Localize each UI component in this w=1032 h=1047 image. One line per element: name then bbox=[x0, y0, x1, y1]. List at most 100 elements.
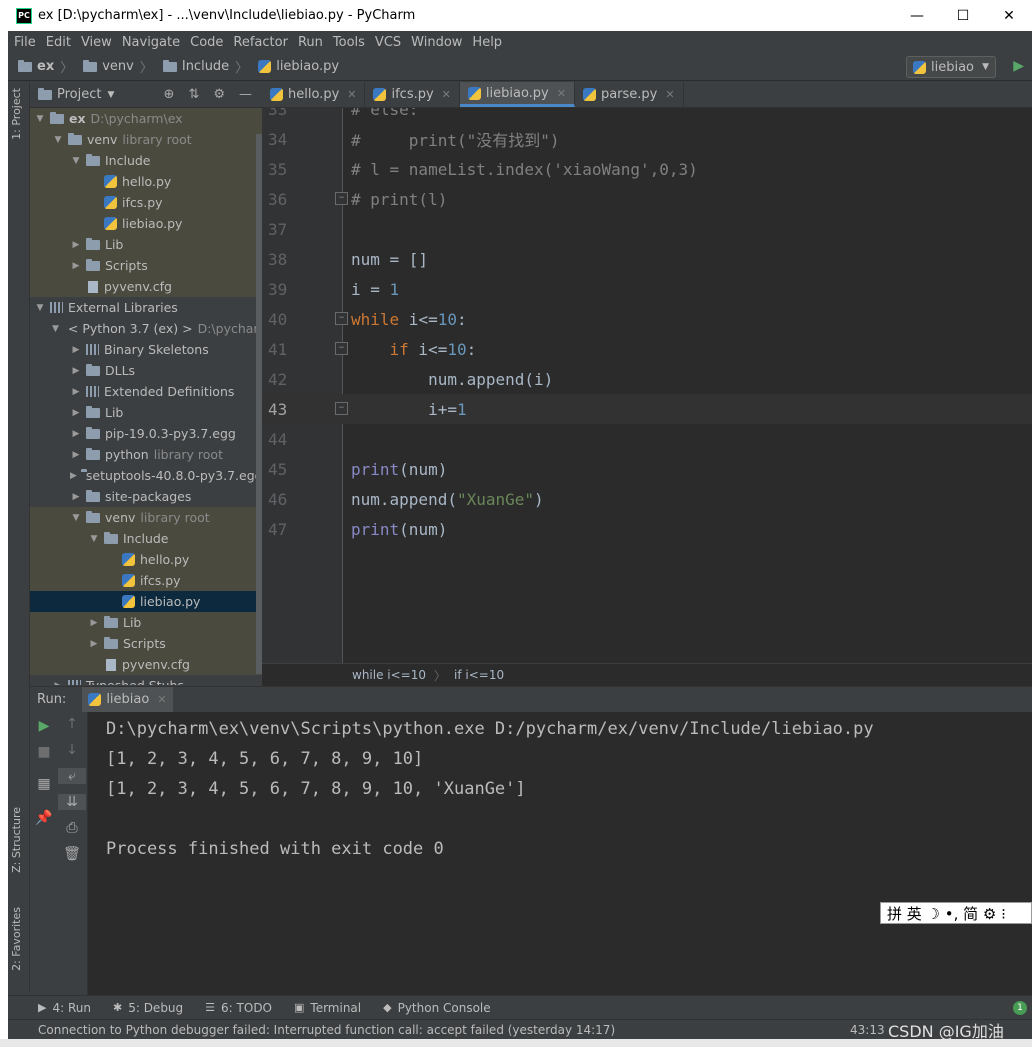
tab-favorites[interactable]: 2: Favorites bbox=[10, 907, 23, 971]
breadcrumb-item[interactable]: venv 〉 bbox=[73, 57, 153, 76]
menu-help[interactable]: Help bbox=[467, 35, 507, 50]
code-line[interactable]: 45 print(num) bbox=[262, 454, 1032, 484]
close-icon[interactable]: ✕ bbox=[442, 88, 451, 101]
print-icon[interactable]: ⎙ bbox=[58, 820, 86, 836]
code-line[interactable]: 46 num.append("XuanGe") bbox=[262, 484, 1032, 514]
tree-item[interactable]: ▶ Extended Definitions bbox=[30, 381, 262, 402]
breadcrumb-item[interactable]: Include 〉 bbox=[153, 57, 248, 76]
tree-item[interactable]: liebiao.py bbox=[30, 213, 262, 234]
chevron-right-icon[interactable]: ▶ bbox=[70, 429, 82, 439]
chevron-down-icon[interactable]: ▼ bbox=[52, 324, 59, 334]
menu-navigate[interactable]: Navigate bbox=[117, 35, 185, 50]
tree-item[interactable]: ▶ Lib bbox=[30, 234, 262, 255]
tab-ifcs[interactable]: ifcs.py ✕ bbox=[365, 82, 460, 107]
tree-item[interactable]: ▶ Binary Skeletons bbox=[30, 339, 262, 360]
tree-item[interactable]: ▼ < Python 3.7 (ex) > D:\pycharm bbox=[30, 318, 262, 339]
menu-view[interactable]: View bbox=[76, 35, 117, 50]
arrow-down-icon[interactable]: ↓ bbox=[58, 742, 86, 758]
code-line[interactable]: 39 i = 1 bbox=[262, 274, 1032, 304]
tool-todo[interactable]: ☰ 6: TODO bbox=[205, 1001, 272, 1015]
chevron-right-icon[interactable]: ▶ bbox=[70, 366, 82, 376]
code-line[interactable]: 40 − while i<=10: bbox=[262, 304, 1032, 334]
close-icon[interactable]: ✕ bbox=[157, 693, 166, 706]
tree-item[interactable]: ▼ venv library root bbox=[30, 507, 262, 528]
tab-project[interactable]: 1: Project bbox=[10, 88, 23, 140]
tree-item[interactable]: ▶ Scripts bbox=[30, 633, 262, 654]
chevron-down-icon[interactable]: ▼ bbox=[70, 156, 82, 166]
menu-run[interactable]: Run bbox=[293, 35, 328, 50]
fold-icon[interactable]: − bbox=[335, 192, 348, 205]
close-icon[interactable]: ✕ bbox=[557, 87, 566, 100]
tree-item[interactable]: pyvenv.cfg bbox=[30, 654, 262, 675]
tool-python-console[interactable]: ◆ Python Console bbox=[383, 1001, 491, 1015]
gear-icon[interactable]: ⚙ bbox=[213, 87, 225, 102]
menu-vcs[interactable]: VCS bbox=[370, 35, 406, 50]
code-editor[interactable]: 33 # else: 34 # print("没有找到") 35 # l = nameLi… bbox=[262, 108, 1032, 663]
run-button[interactable]: ▶ bbox=[1013, 58, 1024, 74]
tab-parse[interactable]: parse.py ✕ bbox=[575, 82, 684, 107]
arrow-up-icon[interactable]: ↑ bbox=[58, 716, 86, 732]
tree-item[interactable]: ▶ Lib bbox=[30, 612, 262, 633]
code-line[interactable]: 43 − i+=1 bbox=[262, 394, 1032, 424]
code-line[interactable]: 42 num.append(i) bbox=[262, 364, 1032, 394]
breadcrumb-item[interactable]: liebiao.py bbox=[248, 57, 339, 76]
hide-icon[interactable]: — bbox=[239, 87, 252, 102]
tree-item[interactable]: pyvenv.cfg bbox=[30, 276, 262, 297]
event-log-badge[interactable]: 1 bbox=[1013, 1001, 1027, 1015]
tree-item[interactable]: ▼ venv library root bbox=[30, 129, 262, 150]
chevron-down-icon[interactable]: ▼ bbox=[52, 135, 64, 145]
tree-item[interactable]: ifcs.py bbox=[30, 192, 262, 213]
trash-icon[interactable]: 🗑 bbox=[58, 846, 86, 862]
tree-item[interactable]: ▼ ex D:\pycharm\ex bbox=[30, 108, 262, 129]
fold-icon[interactable]: − bbox=[335, 312, 348, 325]
tree-item[interactable]: ▼ External Libraries bbox=[30, 297, 262, 318]
code-line[interactable]: 33 # else: bbox=[262, 108, 1032, 124]
menu-edit[interactable]: Edit bbox=[41, 35, 76, 50]
rerun-icon[interactable]: ▶ bbox=[30, 718, 58, 734]
run-configuration-select[interactable]: liebiao ▼ bbox=[906, 56, 996, 78]
tool-terminal[interactable]: ▣ Terminal bbox=[294, 1001, 361, 1015]
tree-item[interactable]: ▶ setuptools-40.8.0-py3.7.egg bbox=[30, 465, 262, 486]
close-button[interactable]: ✕ bbox=[986, 8, 1032, 24]
pin-icon[interactable]: 📌 bbox=[30, 810, 58, 826]
tab-hello[interactable]: hello.py ✕ bbox=[262, 82, 366, 107]
tool-debug[interactable]: ✱ 5: Debug bbox=[113, 1001, 183, 1015]
chevron-right-icon[interactable]: ▶ bbox=[70, 471, 77, 481]
menu-code[interactable]: Code bbox=[185, 35, 228, 50]
menu-file[interactable]: File bbox=[8, 35, 41, 50]
code-line[interactable]: 47 print(num) bbox=[262, 514, 1032, 544]
status-message[interactable]: Connection to Python debugger failed: In… bbox=[38, 1023, 615, 1037]
tree-item[interactable]: ▶ Scripts bbox=[30, 255, 262, 276]
tree-item[interactable]: ▶ pip-19.0.3-py3.7.egg bbox=[30, 423, 262, 444]
scroll-to-end-icon[interactable]: ⇊ bbox=[58, 794, 86, 810]
chevron-right-icon[interactable]: ▶ bbox=[88, 618, 100, 628]
tab-structure[interactable]: Z: Structure bbox=[10, 807, 23, 873]
tab-liebiao[interactable]: liebiao.py ✕ bbox=[459, 82, 575, 107]
code-line[interactable]: 41 − if i<=10: bbox=[262, 334, 1032, 364]
tool-run[interactable]: ▶ 4: Run bbox=[38, 1001, 91, 1015]
editor-crumb-if[interactable]: if i<=10 bbox=[454, 668, 504, 682]
chevron-down-icon[interactable]: ▼ bbox=[70, 513, 82, 523]
chevron-right-icon[interactable]: ▶ bbox=[70, 240, 82, 250]
collapse-icon[interactable]: ⇅ bbox=[188, 87, 199, 102]
editor-crumb-while[interactable]: while i<=10 bbox=[352, 668, 426, 682]
tree-item[interactable]: ▶ site-packages bbox=[30, 486, 262, 507]
maximize-button[interactable]: ☐ bbox=[940, 8, 986, 24]
fold-icon[interactable]: − bbox=[335, 402, 348, 415]
chevron-down-icon[interactable]: ▼ bbox=[88, 534, 100, 544]
menu-tools[interactable]: Tools bbox=[328, 35, 370, 50]
chevron-down-icon[interactable]: ▼ bbox=[34, 114, 46, 124]
code-line[interactable]: 37 bbox=[262, 214, 1032, 244]
project-panel-title[interactable]: Project bbox=[57, 87, 101, 102]
menu-window[interactable]: Window bbox=[406, 35, 467, 50]
chevron-right-icon[interactable]: ▶ bbox=[70, 492, 82, 502]
tree-item[interactable]: hello.py bbox=[30, 171, 262, 192]
tree-item[interactable]: liebiao.py bbox=[30, 591, 262, 612]
breadcrumb-item[interactable]: ex 〉 bbox=[8, 57, 73, 76]
code-line[interactable]: 35 # l = nameList.index('xiaoWang',0,3) bbox=[262, 154, 1032, 184]
chevron-right-icon[interactable]: ▶ bbox=[70, 387, 82, 397]
code-line[interactable]: 44 bbox=[262, 424, 1032, 454]
code-line[interactable]: 38 num = [] bbox=[262, 244, 1032, 274]
stop-icon[interactable]: ■ bbox=[30, 744, 58, 760]
minimize-button[interactable]: — bbox=[894, 8, 940, 24]
